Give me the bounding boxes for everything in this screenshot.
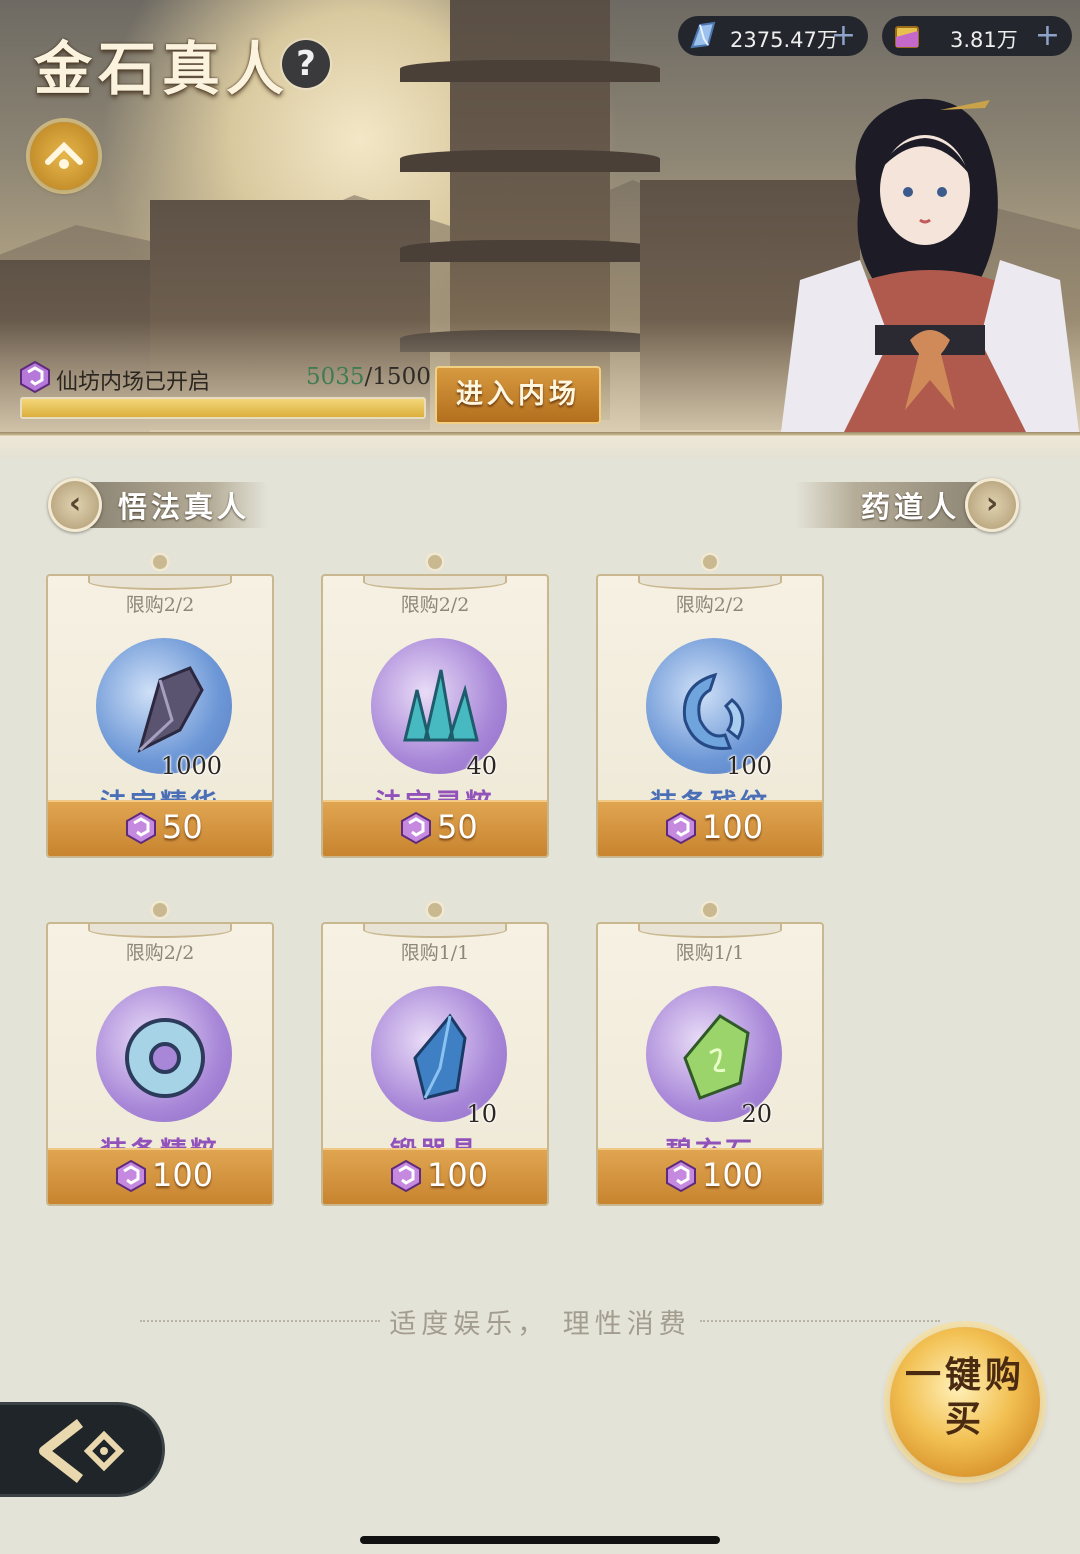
buy-price-button[interactable]: 100 — [598, 1148, 822, 1204]
purchase-limit: 限购2/2 — [675, 594, 745, 616]
item-icon — [137, 666, 204, 753]
chevron-left-icon: ‹ — [48, 478, 102, 532]
banner-divider — [0, 432, 1080, 458]
progress-fill — [22, 399, 424, 417]
card-hanger — [425, 552, 445, 572]
shop-item-card[interactable]: 限购2/21000法宝精华50 — [46, 552, 274, 858]
item-price: 100 — [152, 1156, 214, 1194]
buy-price-button[interactable]: 50 — [323, 800, 547, 856]
enter-inner-market-button[interactable]: 进入内场 — [435, 366, 601, 424]
prev-vendor-label: 悟法真人 — [118, 490, 251, 524]
purple-gem-icon — [401, 811, 431, 845]
purple-gem-icon — [126, 811, 156, 845]
shop-item-card[interactable]: 限购1/120碧玄石100 — [596, 900, 824, 1206]
item-count: 10 — [466, 1100, 497, 1128]
spirit-crystal-icon — [690, 21, 716, 49]
purchase-limit: 限购2/2 — [125, 942, 195, 964]
page-title: 金石真人 — [34, 35, 291, 103]
npc-portrait — [780, 98, 1080, 440]
inner-market-status: 仙坊内场已开启 — [56, 370, 211, 395]
card-hanger — [425, 900, 445, 920]
item-icon — [125, 1018, 205, 1098]
card-hanger — [700, 900, 720, 920]
add-currency-button[interactable]: + — [831, 18, 856, 53]
help-icon: ? — [296, 44, 316, 84]
card-hanger — [150, 552, 170, 572]
card-hanger — [700, 552, 720, 572]
item-count: 20 — [741, 1100, 772, 1128]
item-icon — [413, 1013, 467, 1100]
shop-item-card[interactable]: 限购2/2100装备残纹100 — [596, 552, 824, 858]
purple-gem-icon — [116, 1159, 146, 1193]
buy-price-button[interactable]: 50 — [48, 800, 272, 856]
prev-vendor-button[interactable]: ‹ 悟法真人 — [48, 478, 268, 532]
currency-value: 2375.47万 — [730, 28, 838, 52]
purchase-limit: 限购1/1 — [400, 942, 470, 964]
item-count: 100 — [726, 752, 772, 780]
purchase-limit: 限购1/1 — [675, 942, 745, 964]
next-vendor-label: 药道人 — [861, 490, 961, 524]
back-button[interactable] — [0, 1402, 165, 1497]
item-price: 100 — [702, 808, 764, 846]
purple-gem-icon — [666, 1159, 696, 1193]
chevron-up-icon — [45, 141, 83, 169]
item-price: 100 — [427, 1156, 489, 1194]
buy-all-button[interactable]: 一键购买 — [890, 1327, 1040, 1477]
item-icon — [683, 1014, 750, 1100]
purple-gem-icon — [20, 360, 50, 394]
buy-price-button[interactable]: 100 — [598, 800, 822, 856]
chevron-right-icon: › — [965, 478, 1019, 532]
currency-gold-ticket: 3.81万 + — [882, 16, 1072, 56]
buy-price-button[interactable]: 100 — [323, 1148, 547, 1204]
home-indicator — [360, 1536, 720, 1544]
add-currency-button[interactable]: + — [1035, 18, 1060, 53]
buy-price-button[interactable]: 100 — [48, 1148, 272, 1204]
responsible-gaming-notice: 适度娱乐， 理性消费 — [140, 1300, 940, 1340]
shop-item-card[interactable]: 限购1/110锻器晶100 — [321, 900, 549, 1206]
item-count: 1000 — [160, 752, 222, 780]
purchase-limit: 限购2/2 — [125, 594, 195, 616]
back-arrow-icon — [39, 1419, 125, 1483]
purple-gem-icon — [666, 811, 696, 845]
item-price: 50 — [437, 808, 478, 846]
help-button[interactable]: ? — [282, 40, 330, 88]
item-icon — [403, 669, 479, 742]
purple-gem-icon — [391, 1159, 421, 1193]
purchase-limit: 限购2/2 — [400, 594, 470, 616]
item-count: 40 — [466, 752, 497, 780]
currency-spirit-crystal: 2375.47万 + — [678, 16, 868, 56]
inner-market-progress-text: 5035/1500 — [306, 364, 431, 390]
inner-market-progress-bar — [20, 397, 426, 419]
item-price: 50 — [162, 808, 203, 846]
collapse-button[interactable] — [30, 122, 98, 190]
shop-item-card[interactable]: 限购2/240法宝灵粹50 — [321, 552, 549, 858]
next-vendor-button[interactable]: 药道人 › — [795, 478, 1027, 532]
gold-ticket-icon — [895, 26, 919, 48]
item-icon — [682, 672, 745, 750]
item-price: 100 — [702, 1156, 764, 1194]
shop-item-card[interactable]: 限购2/2装备精粹100 — [46, 900, 274, 1206]
currency-value: 3.81万 — [950, 28, 1018, 52]
card-hanger — [150, 900, 170, 920]
